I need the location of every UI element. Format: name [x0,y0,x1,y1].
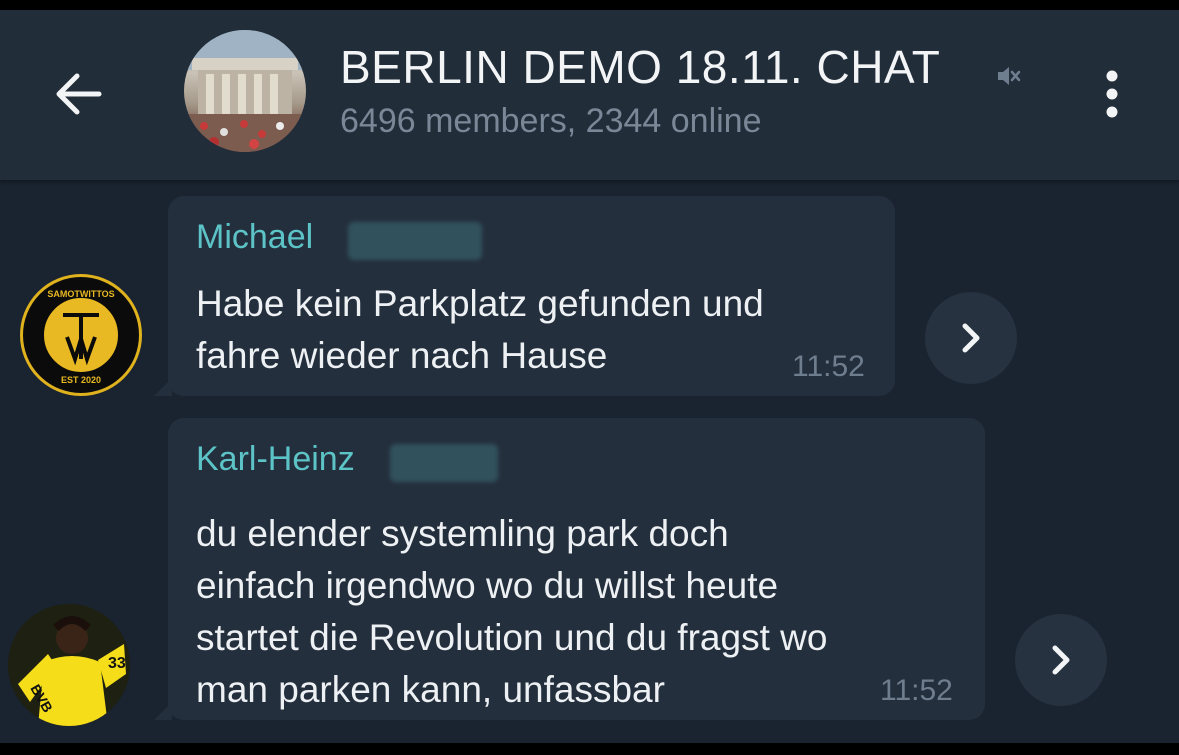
sender-name[interactable]: Karl-Heinz [196,440,355,479]
forward-button[interactable] [1015,614,1107,706]
arrow-left-icon [56,73,102,115]
sender-avatar[interactable]: SAMOTWITTOS EST 2020 [20,274,142,396]
chat-title[interactable]: BERLIN DEMO 18.11. CHAT [340,40,940,94]
sender-avatar[interactable]: BVB 33 [8,604,130,726]
message-bubble[interactable]: Michael Habe kein Parkplatz gefunden und… [154,196,895,396]
back-button[interactable] [46,62,110,126]
message-bubble[interactable]: Karl-Heinz du elender systemling park do… [154,418,985,720]
chevron-right-icon [962,323,980,353]
message-time: 11:52 [792,350,865,383]
chat-header: BERLIN DEMO 18.11. CHAT 6496 members, 23… [0,10,1179,180]
reichstag-photo-image [184,30,306,152]
muted-speaker-icon [998,67,1021,85]
group-avatar[interactable] [184,30,306,152]
svg-text:33: 33 [108,655,126,672]
message-time: 11:52 [880,674,953,707]
redacted-surname [390,444,498,482]
more-vertical-icon [1106,70,1118,118]
samotwittos-logo: SAMOTWITTOS EST 2020 [26,280,136,390]
bvb-player-photo-image: BVB 33 [8,604,130,726]
svg-text:SAMOTWITTOS: SAMOTWITTOS [47,289,114,299]
message-text: du elender systemling park doch einfach … [196,513,828,710]
sender-name[interactable]: Michael [196,218,313,257]
member-count: 6496 members, 2344 online [340,102,762,140]
redacted-surname [348,222,482,260]
more-menu-button[interactable] [1090,64,1134,124]
svg-text:EST 2020: EST 2020 [61,375,101,385]
chevron-right-icon [1052,645,1070,675]
message-text: Habe kein Parkplatz gefunden und fahre w… [196,283,764,376]
chat-screen: BERLIN DEMO 18.11. CHAT 6496 members, 23… [0,10,1179,743]
forward-button[interactable] [925,292,1017,384]
